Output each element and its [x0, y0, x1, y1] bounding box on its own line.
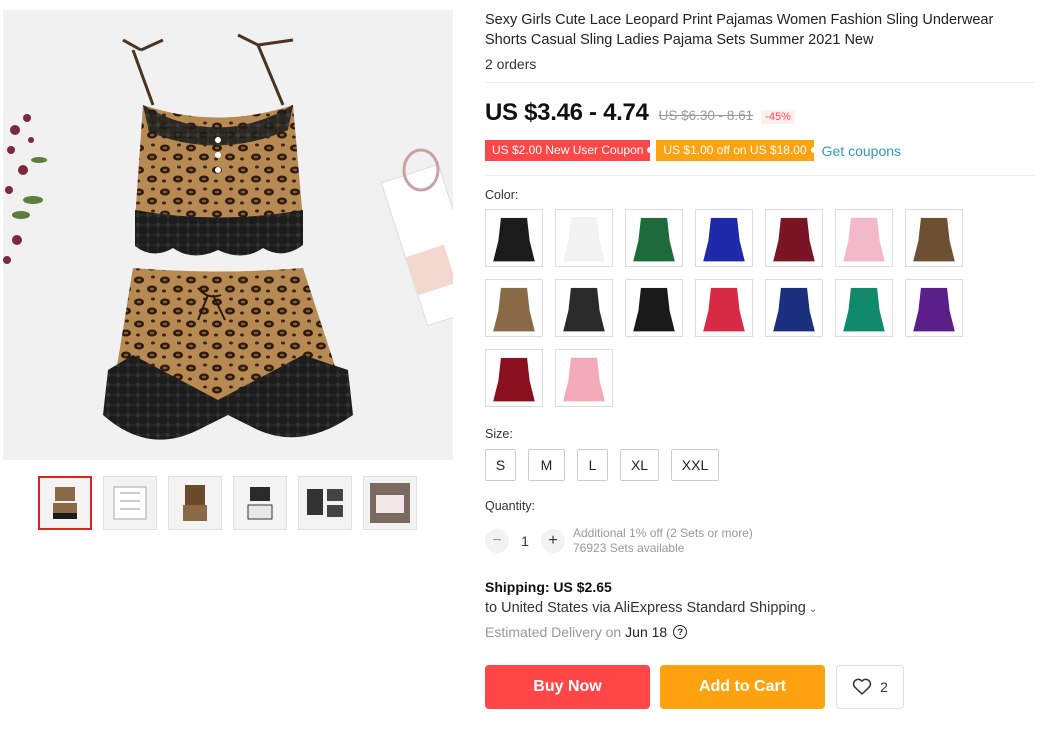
swatch-image: [563, 357, 605, 402]
new-user-coupon[interactable]: US $2.00 New User Coupon: [485, 140, 654, 161]
thumbnail-4[interactable]: [233, 476, 287, 530]
color-swatch-pink[interactable]: [835, 209, 893, 267]
wishlist-button[interactable]: 2: [836, 665, 904, 709]
thumbnail-image: [53, 487, 77, 519]
color-swatch-satin-red[interactable]: [695, 279, 753, 337]
stock-available-text: 76923 Sets available: [573, 541, 685, 555]
color-swatch-black[interactable]: [485, 209, 543, 267]
quantity-decrease-button[interactable]: −: [485, 529, 509, 553]
divider: [485, 82, 1035, 83]
wishlist-count: 2: [880, 679, 888, 695]
color-swatch-leopard-black[interactable]: [905, 209, 963, 267]
thumbnail-5[interactable]: [298, 476, 352, 530]
swatch-image: [563, 217, 605, 262]
order-count: 2 orders: [485, 56, 537, 72]
size-option-m[interactable]: M: [528, 449, 565, 481]
quantity-increase-button[interactable]: +: [541, 529, 565, 553]
shipping-method-text: to United States via AliExpress Standard…: [485, 600, 806, 616]
color-swatch-green[interactable]: [625, 209, 683, 267]
size-label: Size:: [485, 427, 513, 441]
size-options: S M L XL XXL: [485, 449, 1035, 481]
color-swatch-blue[interactable]: [695, 209, 753, 267]
swatch-image: [913, 287, 955, 332]
swatch-image: [703, 217, 745, 262]
thumbnail-6[interactable]: [363, 476, 417, 530]
color-swatch-leopard-lace[interactable]: [485, 279, 543, 337]
shipping-price: Shipping: US $2.65: [485, 579, 1035, 595]
estimated-delivery-label: Estimated Delivery on: [485, 624, 622, 640]
size-option-xxl[interactable]: XXL: [671, 449, 719, 481]
delivery-date: Jun 18: [625, 624, 668, 640]
help-icon[interactable]: ?: [673, 625, 688, 639]
color-swatch-satin-pink[interactable]: [555, 349, 613, 407]
quantity-stepper: − 1 + Additional 1% off (2 Sets or more)…: [485, 526, 1035, 556]
quantity-note: Additional 1% off (2 Sets or more) 76923…: [573, 526, 753, 556]
thumbnail-image: [370, 483, 410, 523]
swatch-image: [493, 287, 535, 332]
size-option-s[interactable]: S: [485, 449, 516, 481]
leopard-pajama-set-image: [3, 10, 453, 460]
color-swatch-satin-teal[interactable]: [835, 279, 893, 337]
product-info: Sexy Girls Cute Lace Leopard Print Pajam…: [485, 10, 1035, 709]
chevron-down-icon: ⌄: [808, 604, 818, 615]
estimated-delivery: Estimated Delivery on Jun 18 ?: [485, 624, 1035, 640]
thumbnail-image: [113, 486, 147, 520]
color-swatch-wine[interactable]: [765, 209, 823, 267]
color-swatch-satin-black[interactable]: [625, 279, 683, 337]
get-coupons-link[interactable]: Get coupons: [822, 143, 901, 159]
swatch-image: [633, 217, 675, 262]
size-option-xl[interactable]: XL: [620, 449, 659, 481]
thumbnail-image: [183, 485, 207, 521]
thumbnail-3[interactable]: [168, 476, 222, 530]
swatch-image: [843, 287, 885, 332]
original-price: US $6.30 - 8.61: [658, 108, 754, 123]
divider: [485, 175, 1035, 176]
thumbnail-strip: [38, 476, 417, 530]
color-swatch-satin-navy[interactable]: [765, 279, 823, 337]
store-coupon[interactable]: US $1.00 off on US $18.00: [656, 140, 817, 161]
color-swatch-satin-burgundy[interactable]: [485, 349, 543, 407]
thumbnail-1[interactable]: [38, 476, 92, 530]
discount-badge: -45%: [761, 110, 795, 124]
color-swatches: [485, 209, 1035, 407]
color-label: Color:: [485, 188, 519, 202]
action-buttons: Buy Now Add to Cart 2: [485, 665, 1035, 709]
shipping-price-text: Shipping: US $2.65: [485, 579, 612, 595]
thumbnail-image: [247, 487, 273, 520]
bulk-discount-text: Additional 1% off (2 Sets or more): [573, 526, 753, 540]
thumbnail-image: [307, 489, 343, 517]
size-option-l[interactable]: L: [577, 449, 608, 481]
swatch-image: [773, 287, 815, 332]
color-swatch-black-white-lace[interactable]: [555, 279, 613, 337]
swatch-image: [633, 287, 675, 332]
swatch-image: [493, 357, 535, 402]
coupon-row: US $2.00 New User Coupon US $1.00 off on…: [485, 140, 1035, 161]
swatch-image: [843, 217, 885, 262]
quantity-label: Quantity:: [485, 499, 536, 513]
quantity-value[interactable]: 1: [509, 533, 541, 549]
swatch-image: [913, 217, 955, 262]
shipping-method[interactable]: to United States via AliExpress Standard…: [485, 600, 1035, 616]
swatch-image: [703, 287, 745, 332]
heart-icon: [852, 678, 872, 695]
product-title: Sexy Girls Cute Lace Leopard Print Pajam…: [485, 12, 994, 48]
color-swatch-white[interactable]: [555, 209, 613, 267]
swatch-image: [493, 217, 535, 262]
add-to-cart-button[interactable]: Add to Cart: [660, 665, 825, 709]
price-row: US $3.46 - 4.74 US $6.30 - 8.61 -45%: [485, 99, 1035, 127]
buy-now-button[interactable]: Buy Now: [485, 665, 650, 709]
current-price: US $3.46 - 4.74: [485, 99, 649, 126]
swatch-image: [563, 287, 605, 332]
main-product-image[interactable]: [3, 10, 453, 460]
thumbnail-2[interactable]: [103, 476, 157, 530]
color-swatch-satin-purple[interactable]: [905, 279, 963, 337]
swatch-image: [773, 217, 815, 262]
